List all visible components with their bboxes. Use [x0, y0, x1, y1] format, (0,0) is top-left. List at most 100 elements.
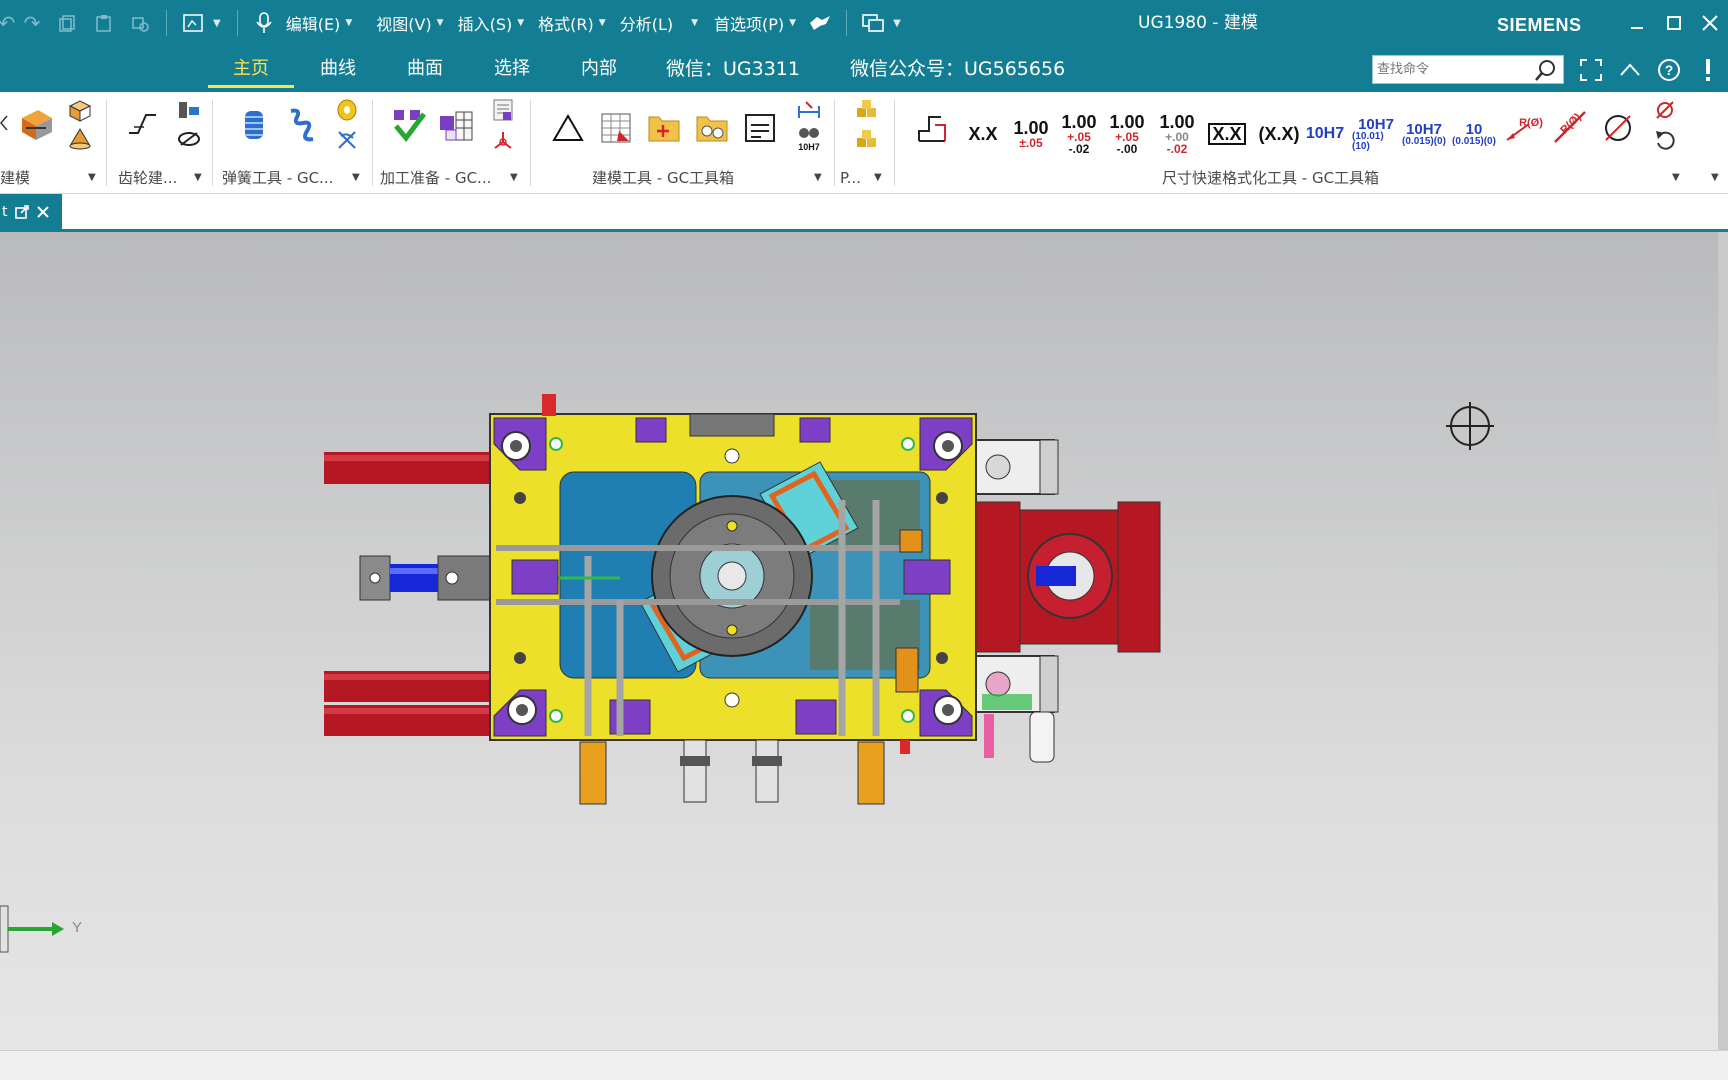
chevron-down-icon[interactable]: ▼ [352, 172, 360, 183]
part-stack-icon[interactable] [852, 96, 882, 124]
baseline-dimension-icon[interactable] [912, 108, 952, 148]
format-xx-button[interactable]: X.X [960, 112, 1006, 156]
fullscreen-icon[interactable] [1576, 55, 1606, 85]
cone-icon[interactable] [64, 124, 96, 154]
measure-icon[interactable] [794, 96, 824, 124]
command-search[interactable] [1372, 55, 1564, 84]
window-icon[interactable] [175, 0, 211, 46]
note-icon[interactable] [740, 108, 780, 148]
copy-icon[interactable] [50, 0, 86, 46]
microphone-icon[interactable] [246, 0, 282, 46]
format-bilateral-tol-button[interactable]: 1.00 +.05 -.02 [1056, 112, 1102, 156]
tab-home[interactable]: 主页 [208, 46, 294, 92]
menu-analysis[interactable]: 分析(L) ▼ [620, 0, 698, 46]
fit-label-icon[interactable]: 10H7 [794, 124, 824, 154]
tab-internal[interactable]: 内部 [569, 46, 629, 92]
menu-edit[interactable]: 编辑(E) ▼ [286, 0, 353, 46]
back-icon[interactable]: ↶ [0, 0, 15, 46]
report-icon[interactable] [488, 96, 518, 124]
maximize-button[interactable] [1657, 6, 1691, 40]
gear-display-icon[interactable] [174, 124, 204, 152]
bottom-fittings [579, 739, 910, 805]
spreadsheet-icon[interactable] [596, 108, 636, 148]
format-upper-tol-button[interactable]: 1.00 +.05 -.00 [1104, 112, 1150, 156]
undock-icon[interactable] [14, 204, 30, 220]
window-title: UG1980 - 建模 [1138, 13, 1258, 33]
radius-leader-label: R(Ø) [1558, 111, 1584, 137]
collapse-ribbon-icon[interactable] [1615, 55, 1645, 85]
diameter-symbol-icon[interactable] [1650, 96, 1680, 124]
wechat-info: 微信：UG3311 [666, 58, 800, 80]
redo-icon[interactable]: ↷ [14, 0, 50, 46]
cylindrical-spring-icon[interactable] [236, 106, 272, 144]
document-tab-strip: t [0, 194, 1728, 232]
chevron-down-icon[interactable]: ▼ [874, 172, 882, 183]
part-group-icon[interactable] [852, 126, 882, 154]
public-account-info: 微信公众号：UG565656 [850, 58, 1066, 80]
coordinate-system-icon[interactable] [488, 126, 518, 154]
format-lower-tol-button[interactable]: 1.00 +.00 -.02 [1154, 112, 1200, 156]
alert-icon[interactable] [1693, 55, 1723, 85]
graphics-viewport[interactable]: Y [0, 232, 1728, 1050]
chevron-left-icon[interactable] [0, 108, 8, 138]
radius-leader-button[interactable]: R(Ø) [1548, 104, 1594, 148]
chevron-down-icon[interactable]: ▼ [893, 18, 901, 29]
doc-tab-edge-icon: t [2, 203, 8, 220]
block-feature-icon[interactable] [14, 102, 58, 146]
document-tab[interactable]: t [0, 194, 62, 229]
box-icon[interactable] [64, 96, 96, 126]
separator [372, 100, 373, 186]
format-deviation-button[interactable]: 10 (0.015)(0) [1450, 112, 1498, 156]
close-tab-icon[interactable] [36, 205, 50, 219]
chevron-down-icon[interactable]: ▼ [194, 172, 202, 183]
gear-curve-icon[interactable] [124, 104, 164, 144]
chevron-down-icon[interactable]: ▼ [213, 18, 221, 29]
folder-circles-icon[interactable] [692, 108, 732, 148]
diameter-icon[interactable] [1598, 108, 1638, 148]
tension-spring-icon[interactable] [284, 106, 320, 144]
repeat-command-icon[interactable] [122, 0, 158, 46]
format-basic-dimension-button[interactable]: X.X [1204, 112, 1250, 156]
point-set-icon[interactable] [644, 108, 684, 148]
search-icon[interactable] [1533, 57, 1559, 83]
help-icon[interactable]: ? [1654, 55, 1684, 85]
left-bottom-cylinders [324, 671, 498, 736]
tab-select[interactable]: 选择 [482, 46, 542, 92]
spring-delete-icon[interactable] [332, 126, 362, 154]
menu-insert[interactable]: 插入(S) ▼ [458, 0, 525, 46]
chevron-down-icon[interactable]: ▼ [814, 172, 822, 183]
triangle-icon[interactable] [548, 108, 588, 148]
undo-format-icon[interactable] [1650, 124, 1680, 154]
format-fit-deviation-button[interactable]: 10H7 (0.015)(0) [1400, 112, 1448, 156]
format-fit-button[interactable]: 10H7 [1302, 112, 1348, 156]
window-switch-icon[interactable] [855, 0, 891, 46]
minimize-button[interactable] [1620, 6, 1654, 40]
check-feature-icon[interactable] [388, 106, 430, 146]
close-button[interactable] [1693, 6, 1727, 40]
paste-icon[interactable] [86, 0, 122, 46]
menu-format[interactable]: 格式(R) ▼ [538, 0, 606, 46]
chevron-down-icon[interactable]: ▼ [510, 172, 518, 183]
chevron-down-icon[interactable]: ▼ [1672, 172, 1680, 183]
format-fit-limits-button[interactable]: 10H7 (10.01)(10) [1352, 112, 1400, 156]
ug-nx-window: ↶ ↷ ▼ 编辑(E) ▼ 视图(V) ▼ 插入(S) ▼ 格式(R) ▼ 分析… [0, 0, 1728, 1080]
search-input[interactable] [1373, 56, 1523, 83]
touch-mode-icon[interactable] [802, 0, 838, 46]
radius-format-button[interactable]: R(Ø) [1500, 108, 1546, 148]
ribbon-options-icon[interactable]: ▼ [1711, 172, 1719, 183]
format-symmetric-tol-button[interactable]: 1.00 ±.05 [1008, 112, 1054, 156]
menu-preferences[interactable]: 首选项(P) ▼ [714, 0, 796, 46]
machining-table-icon[interactable] [436, 106, 478, 146]
disc-spring-icon[interactable] [332, 96, 362, 124]
mold-assembly-model[interactable] [0, 232, 1728, 1050]
tab-surface[interactable]: 曲面 [395, 46, 455, 92]
menu-view[interactable]: 视图(V) ▼ [376, 0, 443, 46]
chevron-down-icon[interactable]: ▼ [88, 172, 96, 183]
mold-plate [489, 394, 977, 741]
quick-access-toolbar: ↶ ↷ ▼ 编辑(E) ▼ 视图(V) ▼ 插入(S) ▼ 格式(R) ▼ 分析… [0, 0, 909, 46]
viewport-scrollbar[interactable] [1718, 232, 1728, 1050]
format-reference-dimension-button[interactable]: (X.X) [1254, 112, 1304, 156]
tab-curve[interactable]: 曲线 [308, 46, 368, 92]
separator [894, 100, 895, 186]
gear-parameter-icon[interactable] [174, 96, 204, 124]
